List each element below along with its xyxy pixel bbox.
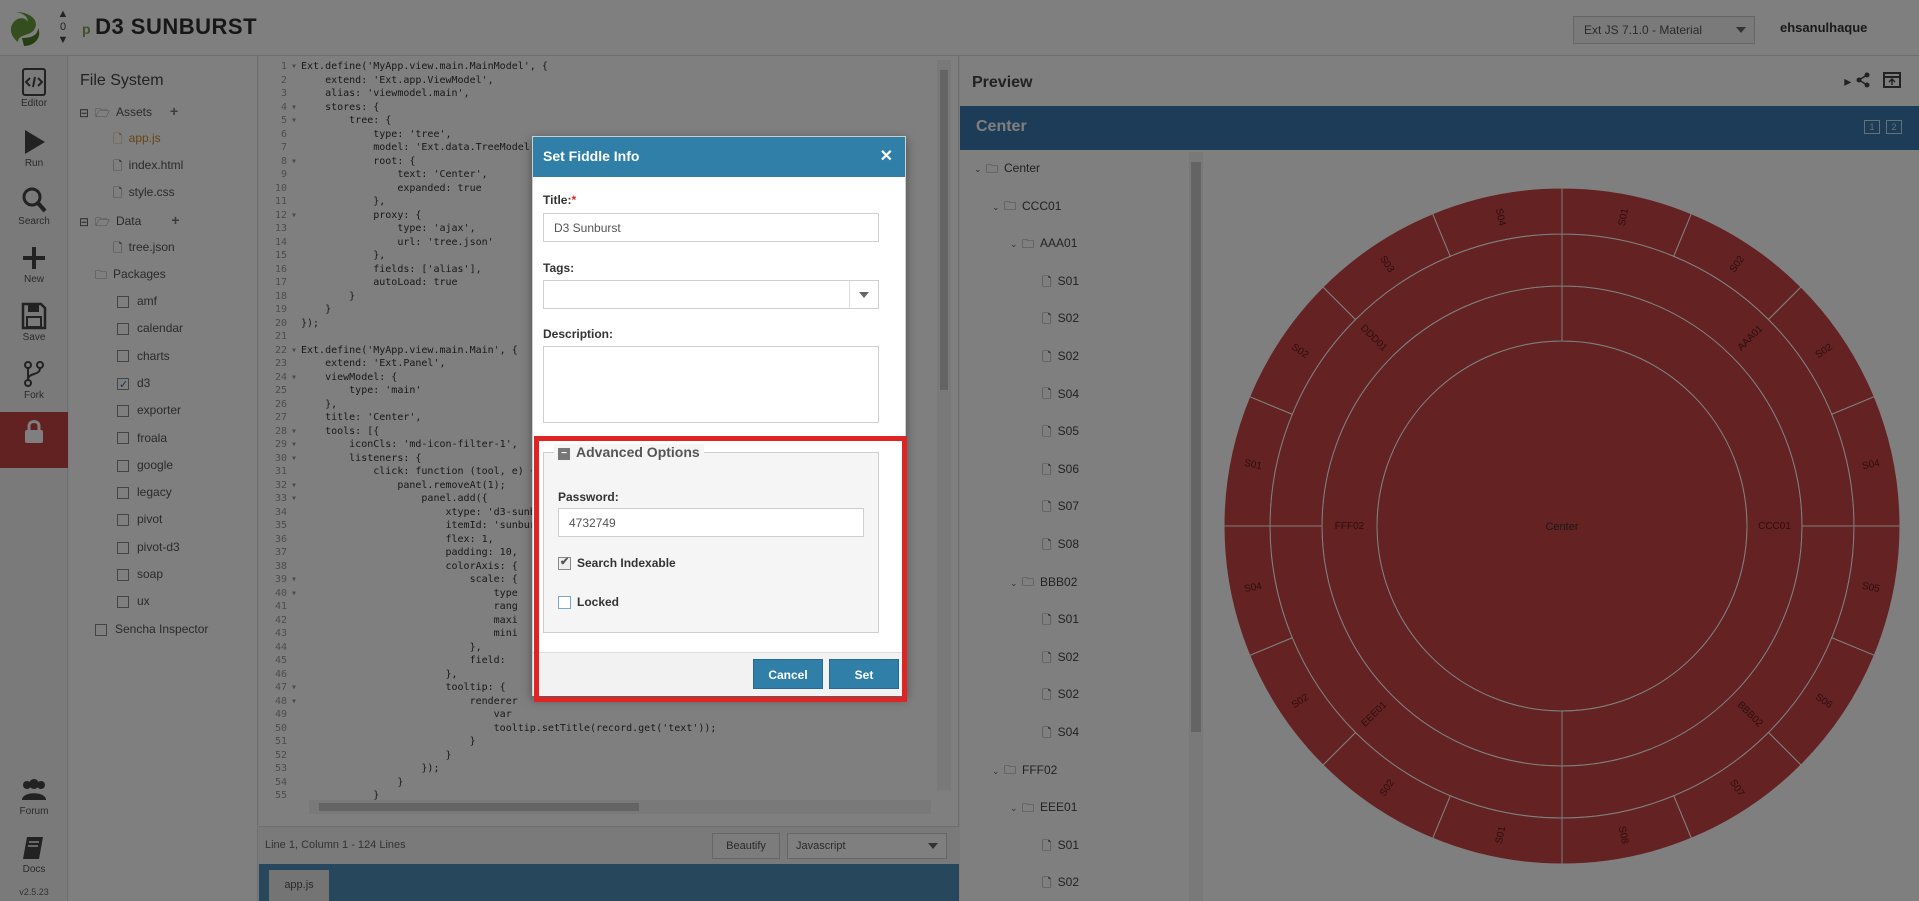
description-field-label: Description: <box>543 327 614 341</box>
title-input[interactable]: D3 Sunburst <box>543 213 879 242</box>
title-field-label: Title:* <box>543 193 576 207</box>
tags-field-label: Tags: <box>543 261 575 275</box>
dialog-header: Set Fiddle Info ✕ <box>533 137 905 177</box>
dialog-title: Set Fiddle Info <box>543 148 640 164</box>
tags-dropdown-trigger[interactable] <box>849 281 878 308</box>
annotation-highlight-box <box>534 436 907 702</box>
description-textarea[interactable] <box>543 346 879 423</box>
modal-overlay <box>0 0 1919 901</box>
close-icon[interactable]: ✕ <box>880 146 893 166</box>
required-mark: * <box>571 193 577 207</box>
chevron-down-icon <box>859 292 869 298</box>
label-text: Title: <box>543 193 572 207</box>
tags-combobox[interactable] <box>543 280 879 309</box>
